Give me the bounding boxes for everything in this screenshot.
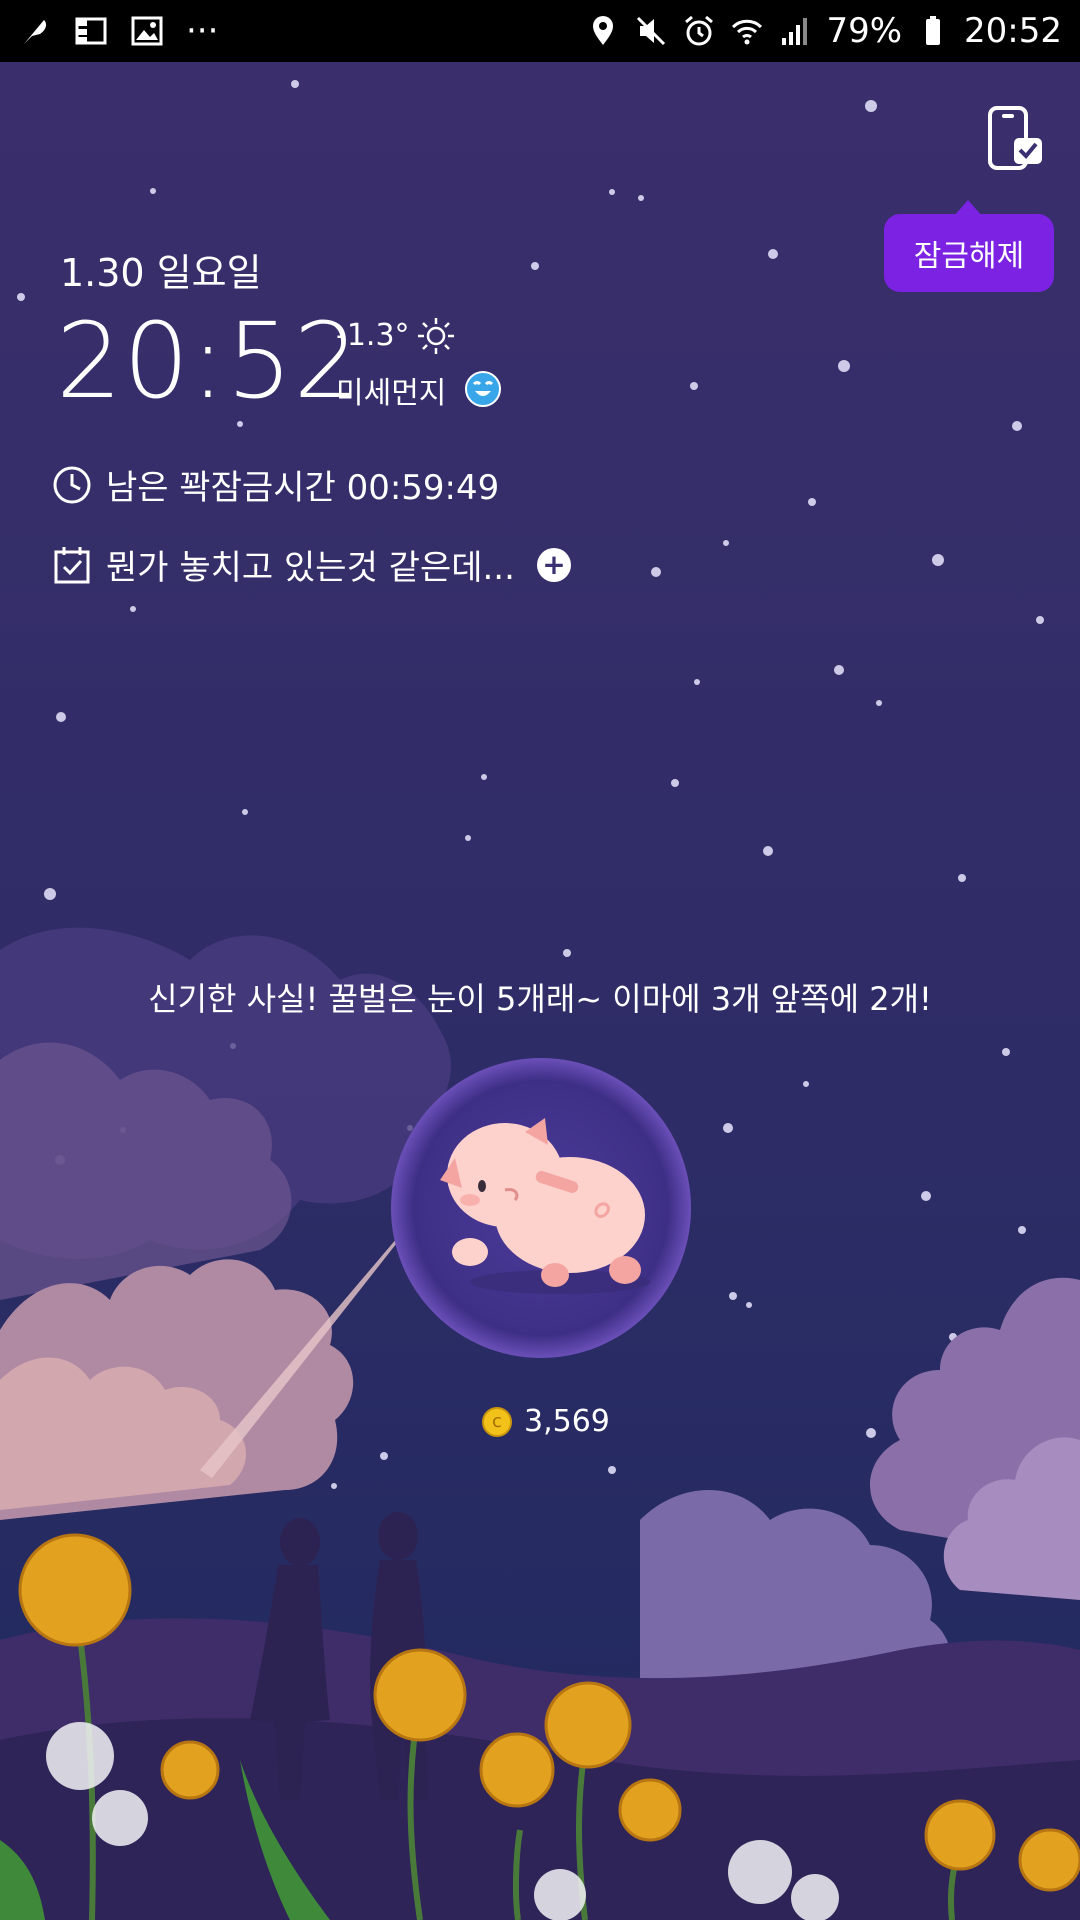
image-icon bbox=[131, 16, 163, 46]
status-time: 20:52 bbox=[964, 11, 1062, 51]
sun-icon bbox=[418, 318, 454, 354]
fun-fact-text: 신기한 사실! 꿀벌은 눈이 5개래~ 이마에 3개 앞쪽에 2개! bbox=[148, 980, 932, 1018]
status-bar: ··· 79% 20:52 bbox=[0, 0, 1080, 62]
smiley-icon bbox=[465, 371, 501, 407]
coin-balance[interactable]: c 3,569 bbox=[482, 1404, 610, 1439]
clock-icon bbox=[53, 466, 91, 503]
grid-icon bbox=[75, 17, 107, 45]
remaining-time-label: 남은 꽉잠금시간 00:59:49 bbox=[106, 468, 500, 508]
clock-time: 20:52 bbox=[56, 300, 361, 422]
add-todo-button[interactable]: + bbox=[536, 547, 571, 582]
calendar-check-icon bbox=[54, 546, 90, 583]
location-icon bbox=[593, 16, 614, 45]
feather-icon bbox=[24, 20, 47, 44]
date-label: 1.30 일요일 bbox=[60, 251, 262, 295]
wifi-icon bbox=[732, 19, 763, 45]
unlock-button[interactable]: 잠금해제 bbox=[884, 200, 1054, 292]
battery-percent: 79% bbox=[826, 11, 903, 51]
alarm-icon bbox=[685, 15, 714, 46]
coin-count: 3,569 bbox=[524, 1404, 610, 1439]
battery-icon bbox=[926, 16, 941, 45]
todo-label: 뭔가 놓치고 있는것 같은데... bbox=[106, 548, 515, 588]
fine-dust-label: 미세먼지 bbox=[336, 376, 447, 411]
more-icon: ··· bbox=[186, 11, 219, 51]
strict-lock-remaining: 남은 꽉잠금시간 00:59:49 bbox=[52, 460, 499, 509]
todo-row[interactable]: 뭔가 놓치고 있는것 같은데... + bbox=[52, 540, 571, 589]
signal-icon bbox=[782, 18, 808, 45]
temperature: -1.3° bbox=[336, 318, 410, 353]
coin-icon: c bbox=[482, 1406, 512, 1437]
mute-icon bbox=[637, 16, 666, 46]
phone-unlock-icon[interactable] bbox=[984, 104, 1046, 176]
